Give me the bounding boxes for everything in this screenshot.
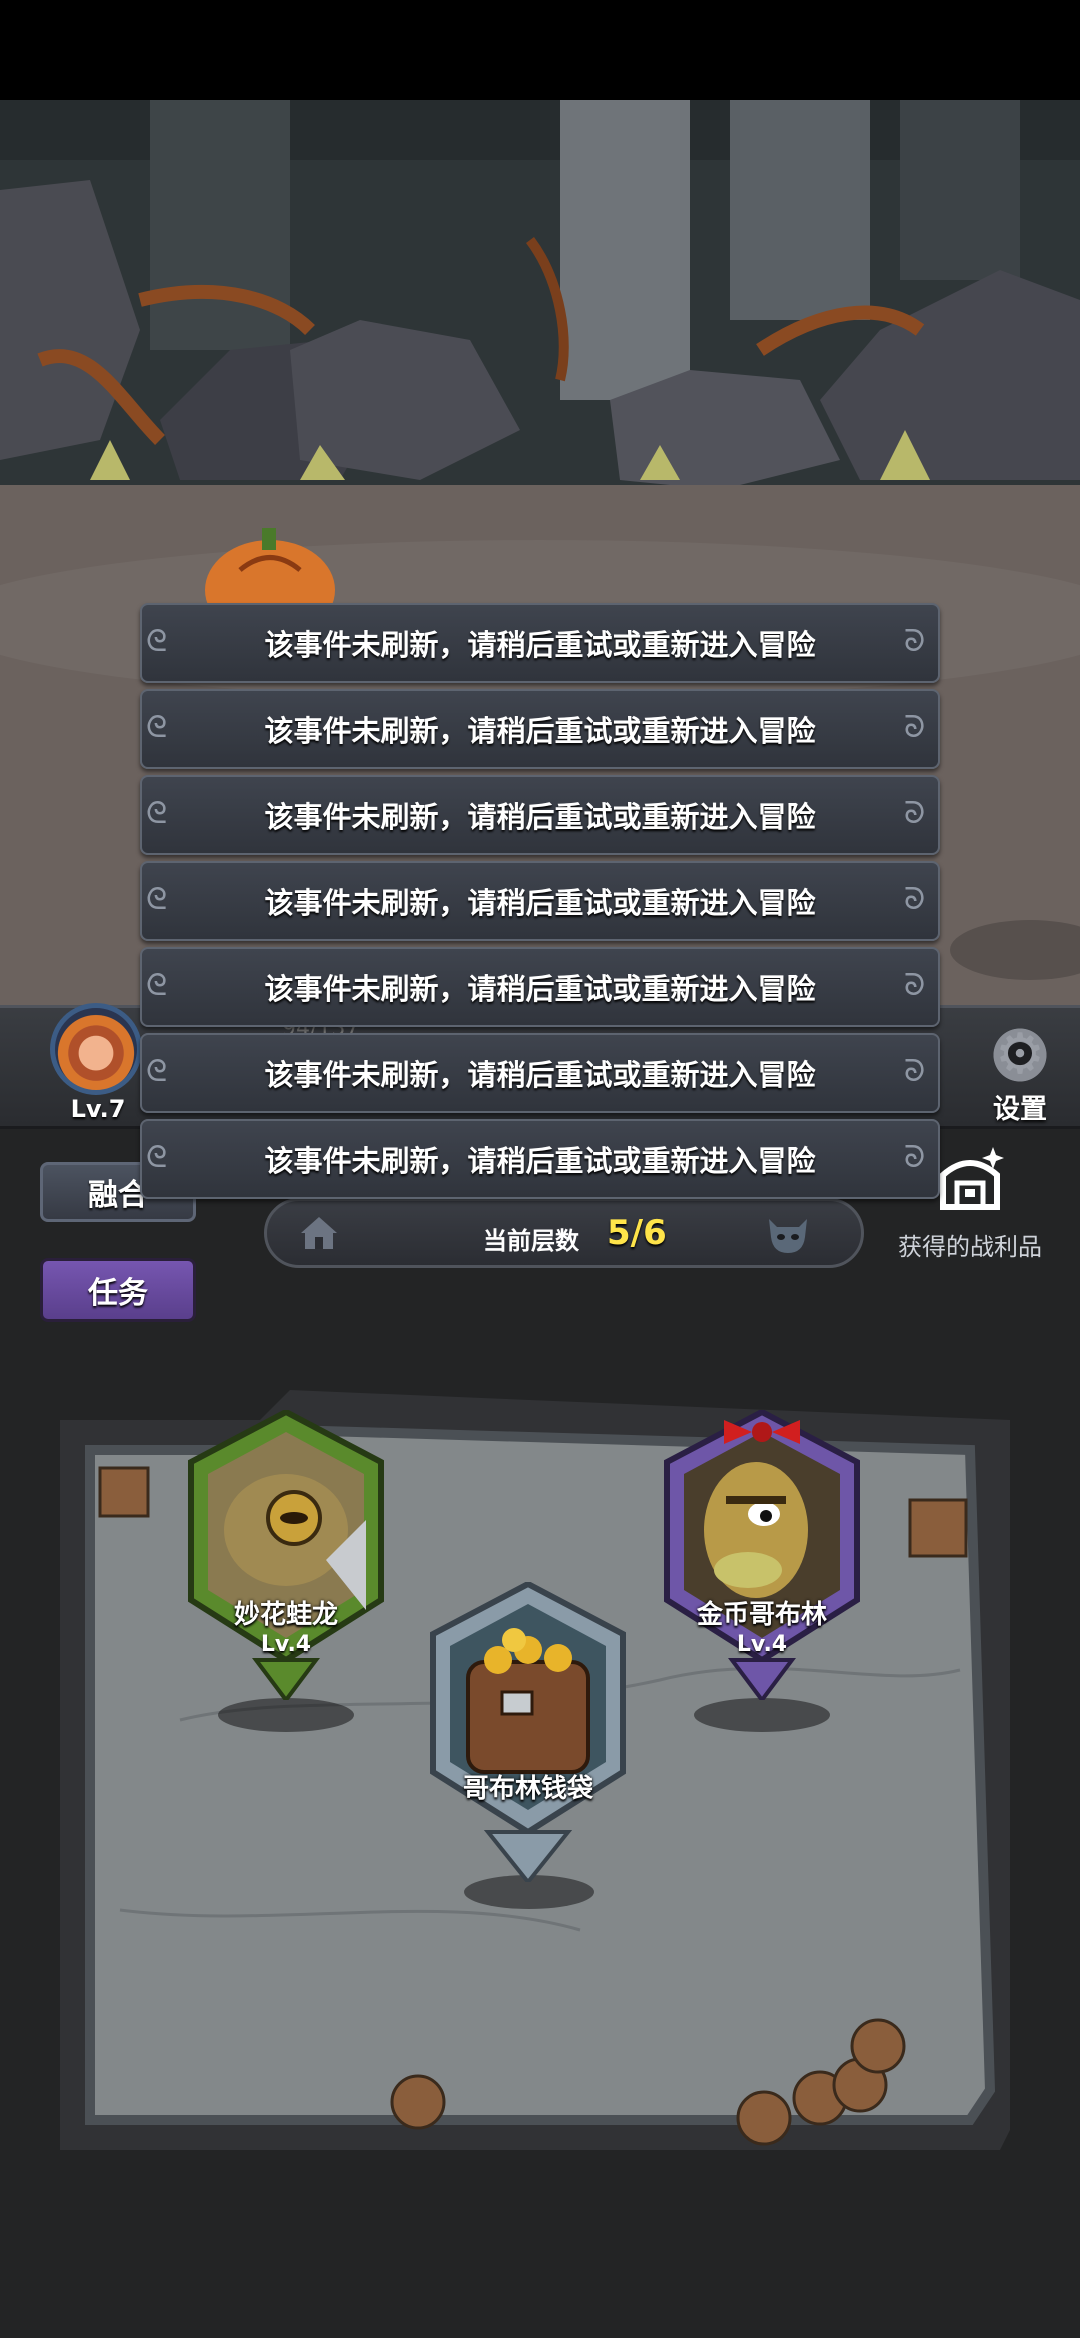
toast-message: ᘓ 该事件未刷新，请稍后重试或重新进入冒险 ᘐ xyxy=(140,947,940,1027)
toast-text: 该事件未刷新，请稍后重试或重新进入冒险 xyxy=(264,1144,816,1178)
settings-label: 设置 xyxy=(993,1094,1047,1125)
map-node-monster[interactable]: 妙花蛙龙 Lv.4 xyxy=(176,1410,396,1710)
toast-text: 该事件未刷新，请稍后重试或重新进入冒险 xyxy=(264,972,816,1006)
swirl-ornament-icon: ᘓ xyxy=(146,1054,168,1089)
swirl-ornament-icon: ᘐ xyxy=(904,796,926,831)
swirl-ornament-icon: ᘐ xyxy=(904,624,926,659)
loot-label: 获得的战利品 xyxy=(898,1233,1042,1261)
toast-text: 该事件未刷新，请稍后重试或重新进入冒险 xyxy=(264,628,816,662)
node-name: 金币哥布林 xyxy=(696,1600,827,1630)
swirl-ornament-icon: ᘐ xyxy=(904,882,926,917)
toast-message: ᘓ 该事件未刷新，请稍后重试或重新进入冒险 ᘐ xyxy=(140,861,940,941)
map-node-monster[interactable]: 金币哥布林 Lv.4 xyxy=(652,1410,872,1710)
swirl-ornament-icon: ᘓ xyxy=(146,968,168,1003)
settings-button[interactable]: ⚙ 设置 xyxy=(975,1025,1065,1125)
node-name: 哥布林钱袋 xyxy=(462,1774,593,1804)
player-level: Lv.7 xyxy=(70,1095,126,1123)
floor-label: 当前层数 xyxy=(483,1227,579,1255)
node-level: Lv.4 xyxy=(736,1632,788,1657)
camp-icon xyxy=(301,1217,337,1249)
node-name: 妙花蛙龙 xyxy=(233,1600,338,1630)
toast-message: ᘓ 该事件未刷新，请稍后重试或重新进入冒险 ᘐ xyxy=(140,689,940,769)
toast-message: ᘓ 该事件未刷新，请稍后重试或重新进入冒险 ᘐ xyxy=(140,1119,940,1199)
loot-chest-icon xyxy=(940,1147,1004,1210)
task-button[interactable]: 任务 xyxy=(40,1258,196,1322)
swirl-ornament-icon: ᘓ xyxy=(146,710,168,745)
map-node-treasure[interactable]: 哥布林钱袋 xyxy=(418,1582,638,1892)
toast-text: 该事件未刷新，请稍后重试或重新进入冒险 xyxy=(264,1058,816,1092)
swirl-ornament-icon: ᘐ xyxy=(904,1140,926,1175)
floor-indicator: 当前层数 5/6 xyxy=(264,1198,864,1268)
status-bar xyxy=(0,0,1080,100)
gear-icon: ⚙ xyxy=(990,1025,1050,1085)
swirl-ornament-icon: ᘓ xyxy=(146,1140,168,1175)
toast-text: 该事件未刷新，请稍后重试或重新进入冒险 xyxy=(264,714,816,748)
node-level: Lv.4 xyxy=(260,1632,312,1657)
boss-skull-icon xyxy=(769,1219,807,1253)
swirl-ornament-icon: ᘐ xyxy=(904,710,926,745)
player-avatar[interactable] xyxy=(50,1003,142,1095)
toast-stack: ᘓ 该事件未刷新，请稍后重试或重新进入冒险 ᘐ ᘓ 该事件未刷新，请稍后重试或重… xyxy=(140,603,940,1205)
swirl-ornament-icon: ᘓ xyxy=(146,796,168,831)
toast-message: ᘓ 该事件未刷新，请稍后重试或重新进入冒险 ᘐ xyxy=(140,775,940,855)
toast-text: 该事件未刷新，请稍后重试或重新进入冒险 xyxy=(264,800,816,834)
swirl-ornament-icon: ᘓ xyxy=(146,882,168,917)
swirl-ornament-icon: ᘐ xyxy=(904,1054,926,1089)
swirl-ornament-icon: ᘓ xyxy=(146,624,168,659)
swirl-ornament-icon: ᘐ xyxy=(904,968,926,1003)
floor-value: 5/6 xyxy=(607,1213,667,1253)
goblin-money-bag-icon xyxy=(430,1582,626,1882)
toast-message: ᘓ 该事件未刷新，请稍后重试或重新进入冒险 ᘐ xyxy=(140,603,940,683)
toast-text: 该事件未刷新，请稍后重试或重新进入冒险 xyxy=(264,886,816,920)
toast-message: ᘓ 该事件未刷新，请稍后重试或重新进入冒险 ᘐ xyxy=(140,1033,940,1113)
